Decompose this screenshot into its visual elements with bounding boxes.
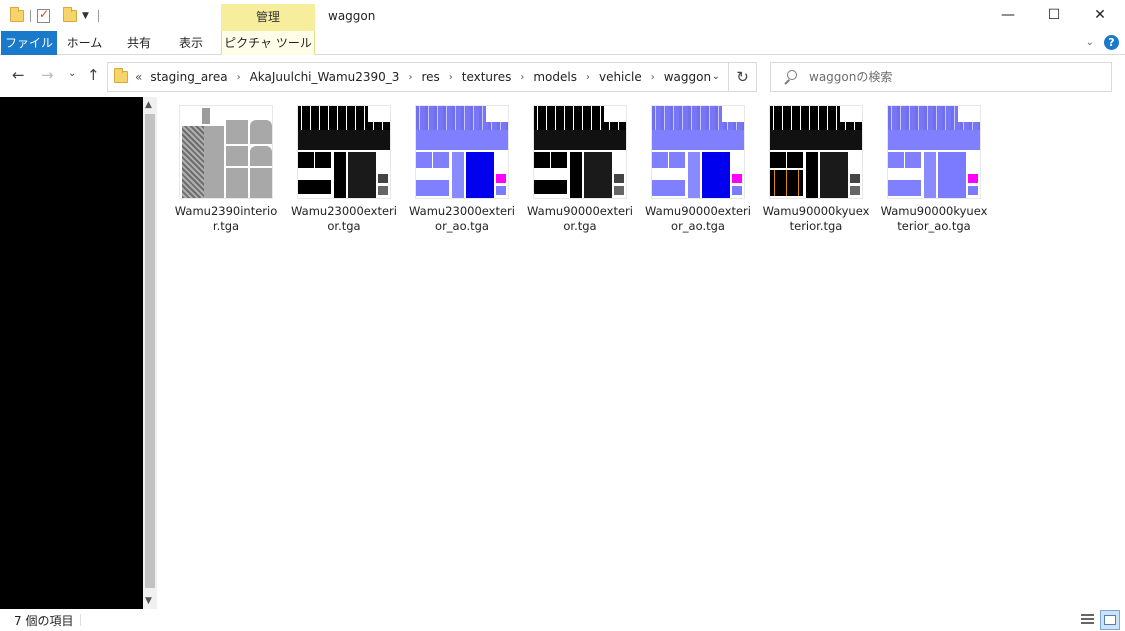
tab-home[interactable]: ホーム bbox=[62, 31, 107, 55]
details-view-icon bbox=[1081, 614, 1094, 625]
file-name: Wamu23000exterior_ao.tga bbox=[409, 204, 515, 233]
folder-icon[interactable] bbox=[10, 7, 24, 22]
tab-picture-tools[interactable]: ピクチャ ツール bbox=[221, 31, 315, 55]
file-item[interactable]: Wamu23000exterior_ao.tga bbox=[404, 105, 520, 234]
breadcrumb-vehicle[interactable]: vehicle bbox=[599, 70, 642, 84]
scroll-up-icon[interactable]: ▲ bbox=[145, 100, 152, 110]
manage-context-header: 管理 bbox=[221, 4, 315, 31]
image-thumbnail bbox=[297, 105, 391, 199]
expand-ribbon-icon[interactable]: ⌄ bbox=[1086, 37, 1094, 48]
back-button[interactable]: ← bbox=[12, 66, 25, 84]
new-folder-icon[interactable] bbox=[63, 7, 77, 22]
search-box[interactable] bbox=[770, 62, 1112, 92]
file-item[interactable]: Wamu90000kyuexterior_ao.tga bbox=[876, 105, 992, 234]
properties-icon[interactable] bbox=[37, 7, 50, 23]
refresh-button[interactable]: ↻ bbox=[729, 62, 757, 92]
file-item[interactable]: Wamu90000exterior_ao.tga bbox=[640, 105, 756, 234]
tab-view[interactable]: 表示 bbox=[170, 31, 212, 55]
up-button[interactable]: ↑ bbox=[87, 66, 100, 84]
image-thumbnail bbox=[651, 105, 745, 199]
item-count: 7 個の項目 bbox=[14, 614, 74, 628]
image-thumbnail bbox=[769, 105, 863, 199]
file-name: Wamu90000kyuexterior_ao.tga bbox=[880, 204, 988, 233]
minimize-button[interactable]: — bbox=[985, 0, 1031, 31]
separator bbox=[97, 10, 99, 22]
quick-access-toolbar: ▼ bbox=[10, 6, 105, 26]
breadcrumb-separator[interactable]: › bbox=[651, 72, 655, 83]
recent-locations-button[interactable]: ⌄ bbox=[68, 68, 76, 79]
image-thumbnail bbox=[179, 105, 273, 199]
navigation-pane[interactable] bbox=[0, 97, 143, 609]
navigation-bar: ← → ⌄ ↑ « staging_area › AkaJuulchi_Wamu… bbox=[0, 56, 1125, 96]
separator bbox=[80, 614, 81, 626]
breadcrumb-textures[interactable]: textures bbox=[462, 70, 512, 84]
window-title: waggon bbox=[328, 9, 376, 23]
separator bbox=[30, 10, 31, 22]
ribbon-tabs: ファイル ホーム 共有 表示 ピクチャ ツール ⌄ ? bbox=[0, 31, 1125, 55]
file-name: Wamu90000exterior.tga bbox=[527, 204, 633, 233]
file-item[interactable]: Wamu90000exterior.tga bbox=[522, 105, 638, 234]
explorer-window: ▼ 管理 waggon — ☐ ✕ ファイル ホーム 共有 表示 ピクチャ ツー… bbox=[0, 0, 1125, 631]
breadcrumb-overflow[interactable]: « bbox=[135, 70, 142, 84]
scroll-thumb[interactable] bbox=[145, 114, 155, 588]
file-item[interactable]: Wamu90000kyuexterior.tga bbox=[758, 105, 874, 234]
scroll-down-icon[interactable]: ▼ bbox=[145, 596, 152, 606]
address-dropdown-icon[interactable]: ⌄ bbox=[712, 71, 720, 82]
navigation-pane-scrollbar[interactable]: ▲ ▼ bbox=[143, 97, 157, 609]
breadcrumb-separator[interactable]: › bbox=[449, 72, 453, 83]
help-icon[interactable]: ? bbox=[1104, 35, 1119, 50]
title-bar: ▼ 管理 waggon — ☐ ✕ bbox=[0, 0, 1125, 31]
status-bar: 7 個の項目 bbox=[0, 609, 1125, 631]
tab-share[interactable]: 共有 bbox=[118, 31, 160, 55]
file-name: Wamu23000exterior.tga bbox=[291, 204, 397, 233]
file-item[interactable]: Wamu23000exterior.tga bbox=[286, 105, 402, 234]
breadcrumb-separator[interactable]: › bbox=[520, 72, 524, 83]
image-thumbnail bbox=[415, 105, 509, 199]
file-name: Wamu90000kyuexterior.tga bbox=[762, 204, 870, 233]
search-icon bbox=[783, 70, 797, 84]
image-thumbnail bbox=[887, 105, 981, 199]
breadcrumb-staging-area[interactable]: staging_area bbox=[150, 70, 227, 84]
forward-button[interactable]: → bbox=[41, 66, 54, 84]
breadcrumb-akajuulchi[interactable]: AkaJuulchi_Wamu2390_3 bbox=[250, 70, 400, 84]
breadcrumb-waggon[interactable]: waggon bbox=[664, 70, 711, 84]
file-name: Wamu2390interior.tga bbox=[174, 204, 278, 233]
image-thumbnail bbox=[533, 105, 627, 199]
address-bar[interactable]: « staging_area › AkaJuulchi_Wamu2390_3 ›… bbox=[107, 62, 729, 92]
details-view-button[interactable] bbox=[1078, 610, 1098, 630]
search-input[interactable] bbox=[809, 70, 1089, 84]
folder-icon bbox=[114, 68, 128, 83]
file-list: Wamu2390interior.tga Wamu23000exterior.t… bbox=[158, 97, 1125, 609]
breadcrumb-separator[interactable]: › bbox=[237, 72, 241, 83]
large-icons-view-icon bbox=[1104, 615, 1116, 625]
maximize-button[interactable]: ☐ bbox=[1031, 0, 1077, 31]
breadcrumb-separator[interactable]: › bbox=[586, 72, 590, 83]
breadcrumb-res[interactable]: res bbox=[421, 70, 439, 84]
breadcrumb-models[interactable]: models bbox=[533, 70, 577, 84]
customize-toolbar-icon[interactable]: ▼ bbox=[82, 11, 89, 21]
breadcrumb-separator[interactable]: › bbox=[408, 72, 412, 83]
file-name: Wamu90000exterior_ao.tga bbox=[645, 204, 751, 233]
large-icons-view-button[interactable] bbox=[1100, 610, 1120, 630]
file-item[interactable]: Wamu2390interior.tga bbox=[168, 105, 284, 234]
close-button[interactable]: ✕ bbox=[1077, 0, 1123, 31]
tab-file[interactable]: ファイル bbox=[1, 31, 57, 55]
